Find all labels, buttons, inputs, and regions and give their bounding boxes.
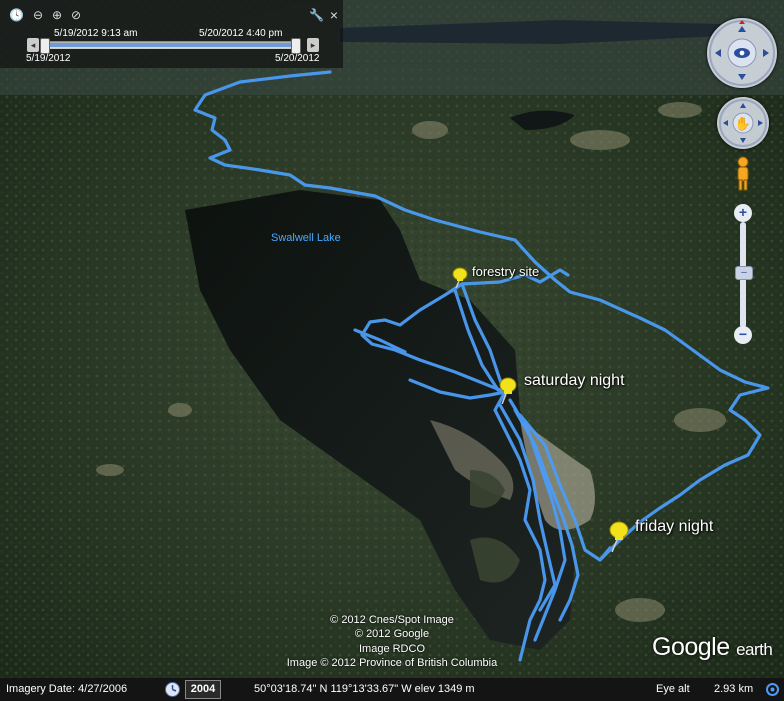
streaming-indicator-icon — [766, 683, 779, 696]
zoom-out-button[interactable]: − — [734, 326, 752, 344]
placemark-label: forestry site — [472, 264, 540, 279]
range-start-label: 5/19/2012 9:13 am — [54, 28, 138, 39]
step-back-button[interactable]: ◂ — [27, 38, 39, 52]
range-end-label: 5/20/2012 4:40 pm — [199, 28, 283, 39]
zoom-slider[interactable]: + – − — [734, 200, 753, 348]
pointer-coordinates: 50°03'18.74" N 119°13'33.67" W elev 1349… — [254, 683, 475, 695]
placemark-label: saturday night — [524, 372, 625, 389]
zoom-out-icon[interactable]: ⊖ — [31, 8, 45, 22]
step-forward-button[interactable]: ▸ — [307, 38, 319, 52]
zoom-slider-thumb[interactable]: – — [735, 266, 753, 280]
historical-year[interactable]: 2004 — [185, 680, 221, 699]
clock-icon[interactable]: 🕓 — [9, 8, 24, 22]
eye-alt-label: Eye alt — [656, 683, 690, 695]
pushpin-icon[interactable] — [496, 376, 520, 404]
time-slider-panel: 🕓 ⊖ ⊕ ⊘ 🔧 × 5/19/2012 9:13 am 5/20/2012 … — [0, 0, 343, 68]
pushpin-icon[interactable] — [450, 266, 470, 288]
satellite-map[interactable] — [0, 0, 784, 701]
google-earth-logo: Google earth — [652, 633, 773, 662]
time-slider-range — [44, 43, 297, 47]
slider-max-label: 5/20/2012 — [275, 53, 320, 64]
zoom-in-icon[interactable]: ⊕ — [50, 8, 64, 22]
move-joystick-icon[interactable]: ✋ — [717, 97, 769, 149]
time-slider-start-handle[interactable] — [40, 38, 50, 54]
zoom-in-button[interactable]: + — [734, 204, 752, 222]
attribution-line: © 2012 Cnes/Spot Image — [330, 614, 454, 626]
move-joystick[interactable]: ✋ — [717, 97, 769, 149]
brand-earth: earth — [736, 640, 773, 659]
svg-text:✋: ✋ — [735, 116, 751, 132]
slider-min-label: 5/19/2012 — [26, 53, 71, 64]
pegman-icon[interactable] — [733, 156, 753, 194]
historical-imagery-clock-icon[interactable] — [164, 681, 181, 698]
wrench-icon[interactable]: 🔧 — [309, 8, 324, 22]
placemark-label: friday night — [635, 518, 714, 535]
time-zoom-icon[interactable]: ⊘ — [69, 8, 83, 22]
imagery-date: Imagery Date: 4/27/2006 — [6, 683, 128, 695]
pushpin-icon[interactable] — [606, 520, 632, 552]
lake-label: Swalwell Lake — [271, 232, 341, 244]
look-joystick[interactable] — [707, 18, 777, 88]
look-joystick-icon[interactable] — [707, 18, 777, 88]
close-icon[interactable]: × — [327, 8, 341, 22]
eye-alt-value: 2.93 km — [714, 683, 754, 695]
time-slider-end-handle[interactable] — [291, 38, 301, 54]
brand-google: Google — [652, 633, 730, 661]
status-bar: Imagery Date: 4/27/2006 2004 50°03'18.74… — [0, 678, 784, 701]
